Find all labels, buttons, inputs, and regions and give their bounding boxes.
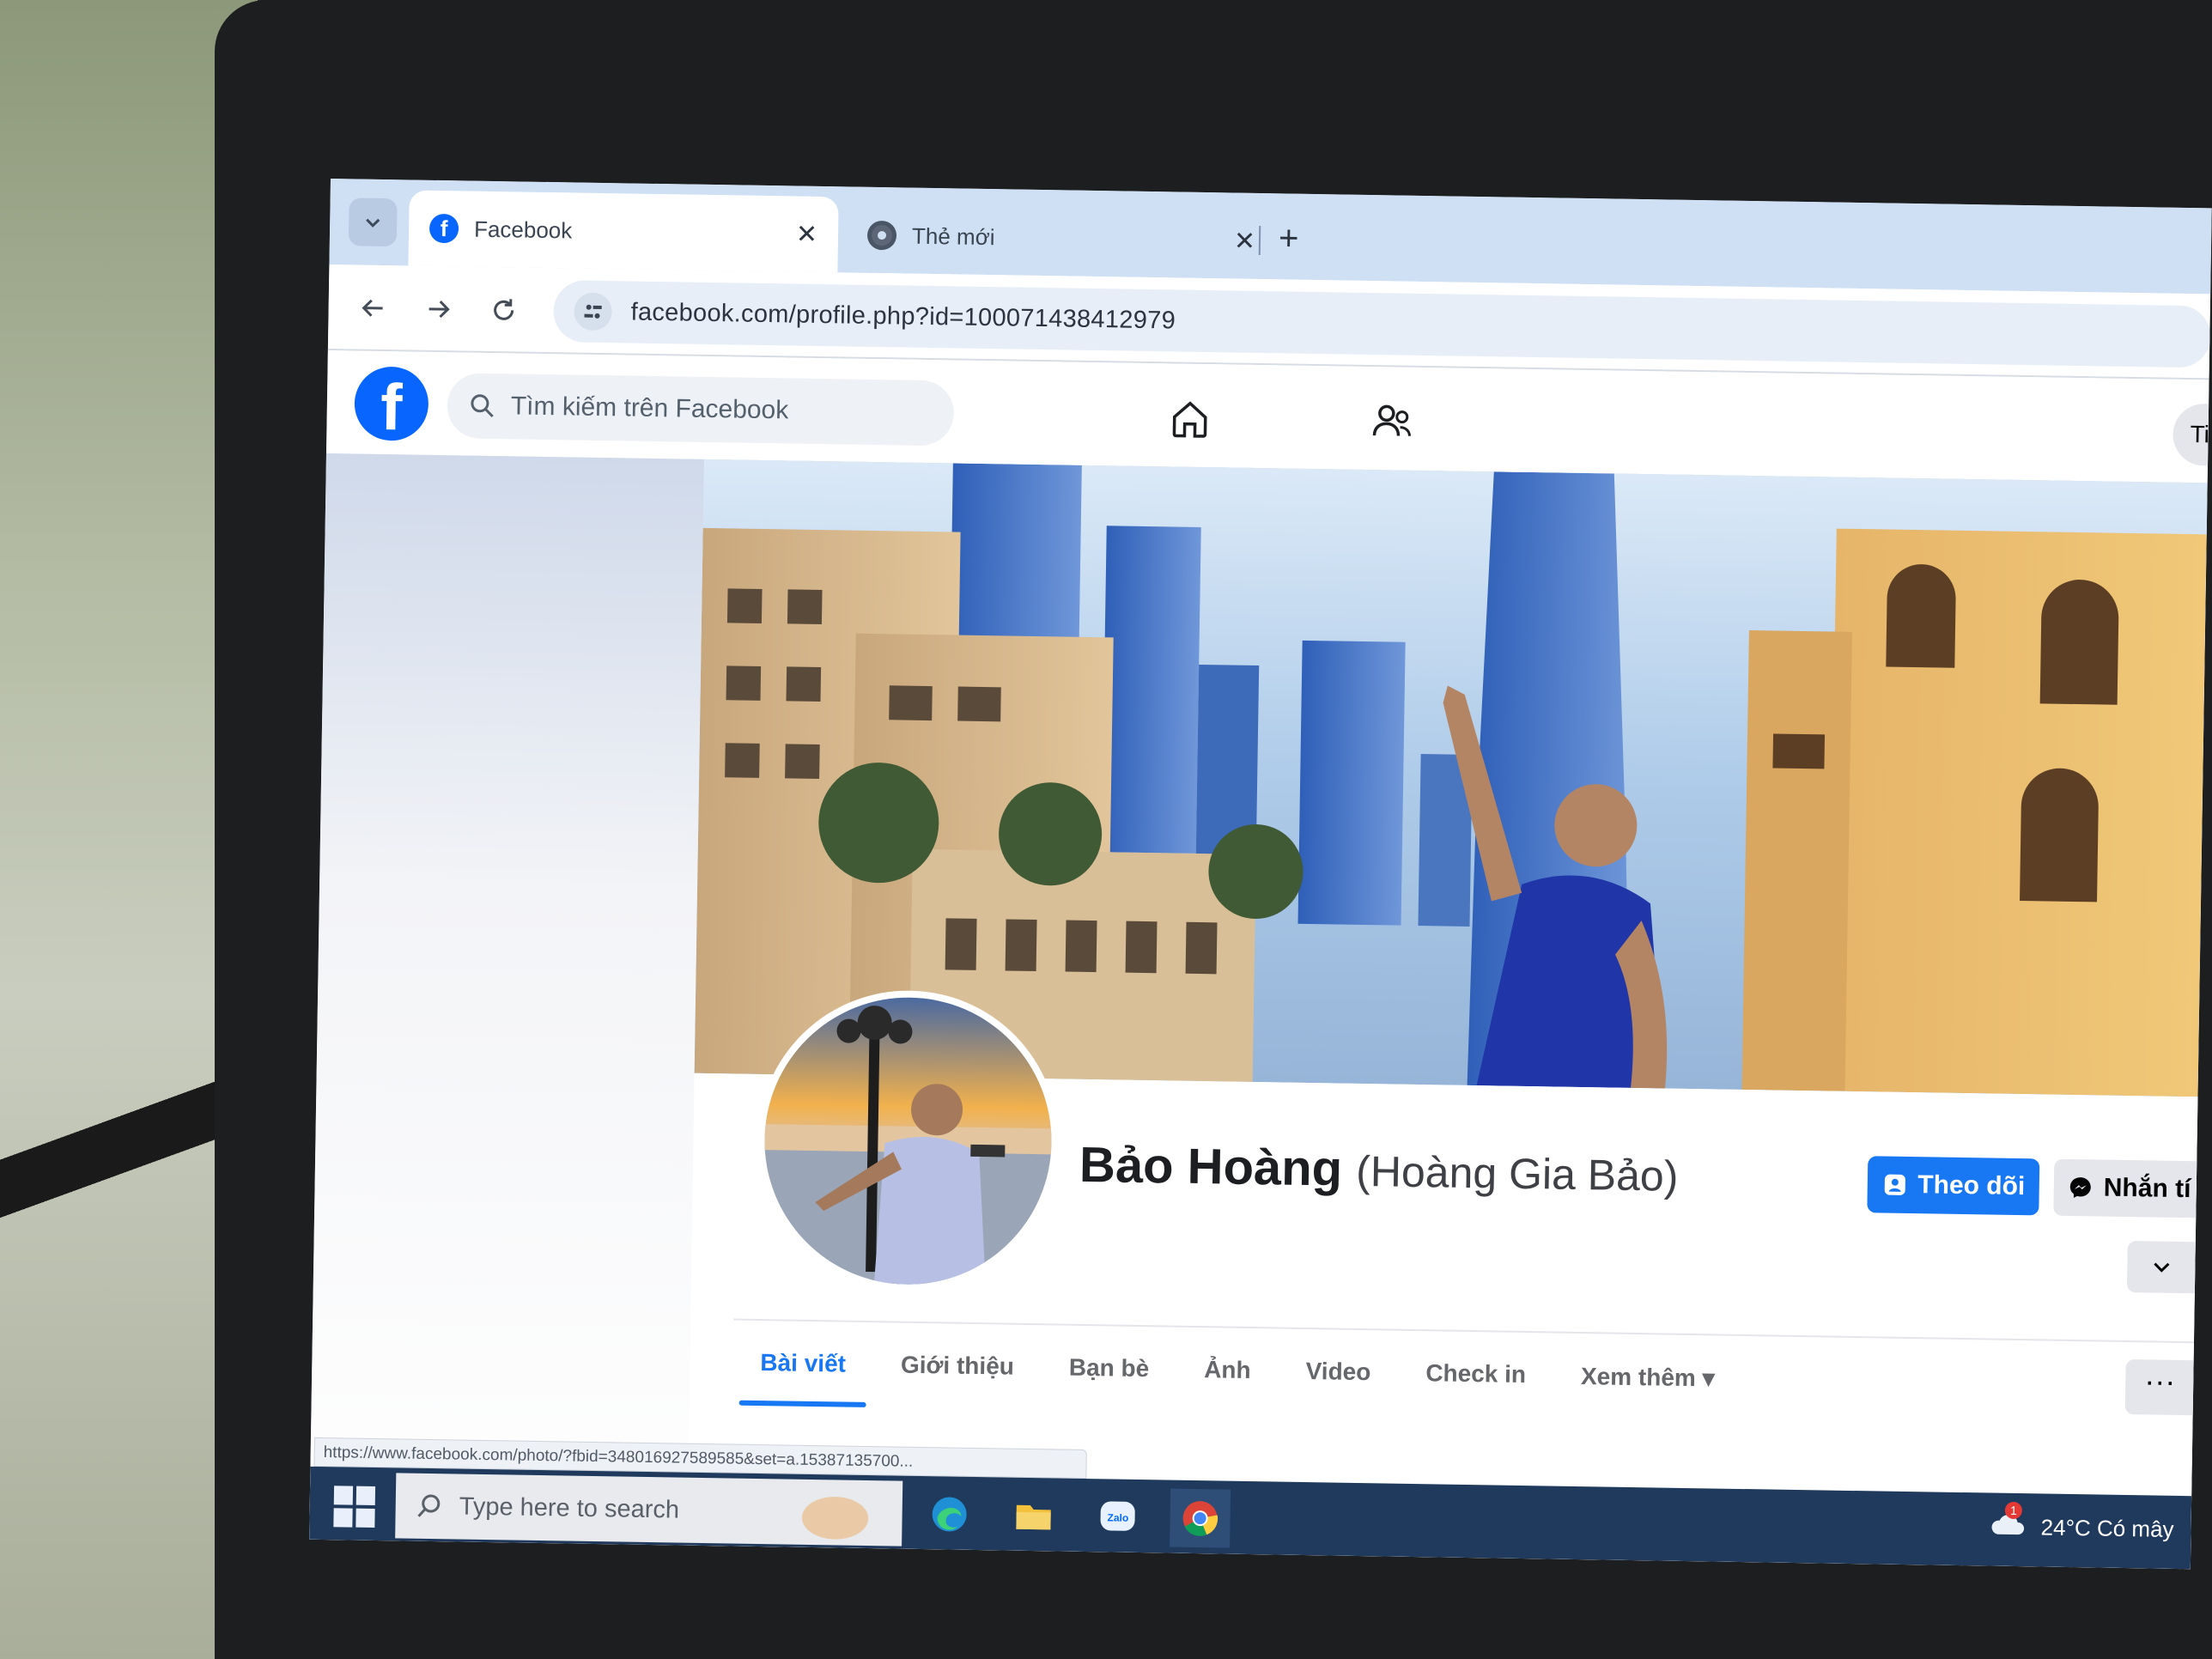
svg-text:Zalo: Zalo [1108, 1511, 1129, 1523]
message-button-label: Nhắn tí [2103, 1173, 2191, 1204]
facebook-search[interactable] [447, 373, 955, 447]
tab-see-more[interactable]: Xem thêm ▾ [1553, 1345, 1742, 1416]
follow-button-label: Theo dõi [1917, 1170, 2026, 1201]
caret-down-icon: ▾ [1702, 1364, 1715, 1392]
chrome-favicon-icon [866, 220, 897, 251]
tab-posts[interactable]: Bài viết [732, 1332, 874, 1403]
system-tray: 1 24°C Có mây [1989, 1501, 2174, 1547]
zalo-icon[interactable]: Zalo [1087, 1487, 1148, 1547]
reload-icon [494, 299, 514, 320]
search-icon [417, 1494, 441, 1517]
windows-start-button[interactable] [328, 1480, 377, 1529]
tab-more-button[interactable]: ··· [2124, 1359, 2195, 1416]
tab-about[interactable]: Giới thiệu [872, 1334, 1042, 1405]
arrow-right-icon [428, 300, 450, 319]
profile-alternate-name: (Hoàng Gia Bảo) [1355, 1146, 1679, 1200]
close-tab-icon[interactable]: ✕ [796, 219, 818, 249]
header-right-button[interactable]: Ti [2172, 403, 2212, 466]
facebook-favicon-icon: f [428, 213, 459, 244]
forward-button[interactable] [414, 285, 463, 334]
search-icon [471, 394, 494, 418]
address-url[interactable]: facebook.com/profile.php?id=100071438412… [630, 298, 1176, 335]
address-bar[interactable]: facebook.com/profile.php?id=100071438412… [553, 280, 2211, 368]
search-highlight-fox-image [783, 1484, 888, 1541]
tab-new-tab[interactable]: Thẻ mới ✕ [846, 197, 1276, 279]
back-button[interactable] [349, 283, 398, 332]
facebook-search-input[interactable] [510, 392, 907, 428]
weather-icon[interactable]: 1 [1989, 1501, 2027, 1545]
chrome-icon[interactable] [1170, 1488, 1231, 1548]
messenger-icon [2069, 1177, 2091, 1199]
chevron-down-icon [2154, 1262, 2170, 1273]
edge-icon[interactable] [919, 1485, 980, 1544]
profile-area: Bảo Hoàng (Hoàng Gia Bảo) Theo dõi Nhắn … [309, 453, 2212, 1570]
profile-display-name: Bảo Hoàng [1079, 1136, 1343, 1197]
tab-search-button[interactable] [348, 198, 398, 247]
tab-check-in[interactable]: Check in [1398, 1342, 1554, 1413]
tab-video[interactable]: Video [1278, 1340, 1399, 1411]
more-options-button[interactable] [2126, 1241, 2197, 1294]
profile-picture[interactable] [762, 995, 1054, 1287]
weather-text[interactable]: 24°C Có mây [2040, 1514, 2173, 1542]
arrow-left-icon [362, 299, 383, 317]
add-friend-icon [1884, 1174, 1905, 1195]
tab-friends[interactable]: Bạn bè [1041, 1336, 1177, 1407]
message-button[interactable]: Nhắn tí [2053, 1158, 2212, 1218]
laptop-screen: f Facebook ✕ Thẻ mới ✕ + facebook.com/pr… [309, 179, 2212, 1570]
profile-name: Bảo Hoàng (Hoàng Gia Bảo) [1079, 1135, 1680, 1206]
tab-see-more-label: Xem thêm [1580, 1363, 1697, 1392]
taskbar-search-input[interactable] [459, 1492, 743, 1526]
taskbar-search[interactable] [395, 1473, 903, 1547]
tab-label: Thẻ mới [911, 222, 995, 250]
close-tab-icon[interactable]: ✕ [1234, 226, 1256, 256]
site-info-icon[interactable] [574, 292, 612, 331]
tab-label: Facebook [473, 216, 573, 243]
friends-icon[interactable] [1365, 396, 1418, 448]
home-icon[interactable] [1164, 392, 1216, 445]
tab-photos[interactable]: Ảnh [1176, 1339, 1279, 1409]
new-tab-button[interactable]: + [1279, 219, 1299, 258]
follow-button[interactable]: Theo dõi [1867, 1156, 2040, 1216]
file-explorer-icon[interactable] [1003, 1486, 1064, 1546]
facebook-logo[interactable]: f [354, 366, 429, 441]
photo-cable [0, 773, 223, 1659]
chevron-down-icon [366, 218, 380, 228]
reload-button[interactable] [479, 286, 528, 335]
tab-facebook[interactable]: f Facebook ✕ [408, 190, 839, 273]
